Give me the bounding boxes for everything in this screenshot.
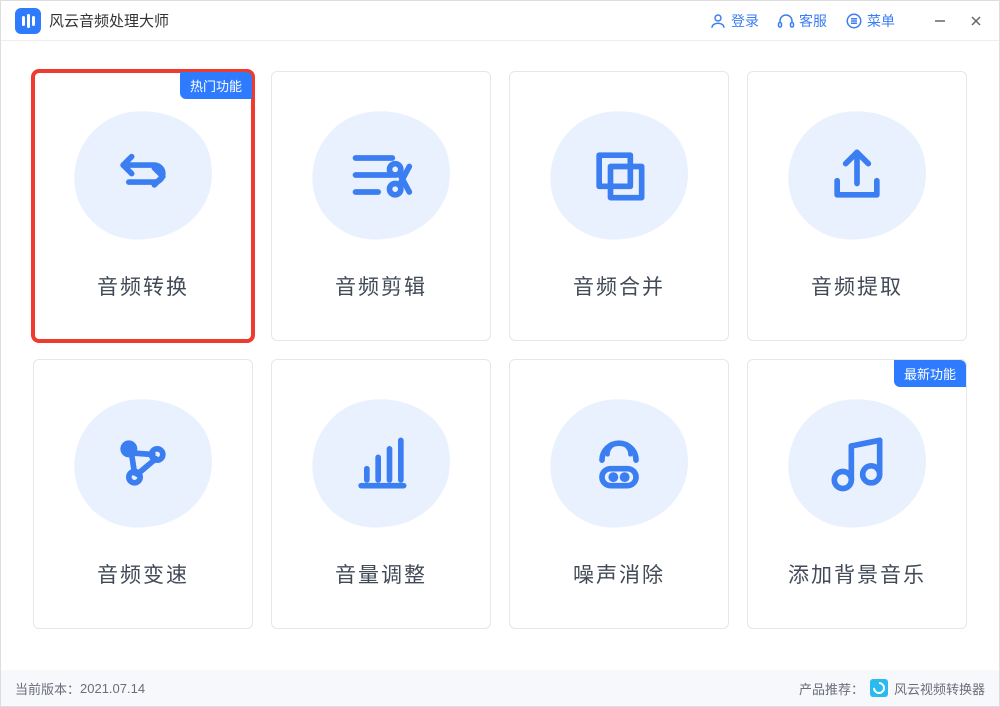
titlebar: 风云音频处理大师 登录 客服 菜单 — [1, 1, 999, 41]
card-label: 添加背景音乐 — [788, 559, 926, 589]
recommend-icon — [870, 679, 888, 697]
menu-icon — [845, 12, 863, 30]
card-label: 音量调整 — [335, 559, 427, 589]
new-badge: 最新功能 — [894, 360, 966, 387]
merge-icon — [585, 141, 653, 209]
minimize-button[interactable] — [931, 12, 949, 30]
card-label: 音频剪辑 — [335, 271, 427, 301]
content-area: 热门功能 音频转换 音频剪辑 音频合并 音频提取 音频变速 — [1, 41, 999, 670]
card-label: 噪声消除 — [573, 559, 665, 589]
hot-badge: 热门功能 — [180, 72, 252, 99]
card-volume-adjust[interactable]: 音量调整 — [271, 359, 491, 629]
extract-icon — [823, 141, 891, 209]
support-label: 客服 — [799, 11, 827, 31]
speed-icon — [109, 429, 177, 497]
music-icon — [823, 429, 891, 497]
card-audio-merge[interactable]: 音频合并 — [509, 71, 729, 341]
feature-grid: 热门功能 音频转换 音频剪辑 音频合并 音频提取 音频变速 — [33, 71, 967, 629]
recommend-link[interactable]: 风云视频转换器 — [894, 679, 985, 698]
scissors-icon — [347, 141, 415, 209]
version-label: 当前版本： — [15, 679, 80, 698]
version-value: 2021.07.14 — [80, 681, 145, 696]
app-title: 风云音频处理大师 — [49, 10, 169, 31]
noise-icon — [585, 429, 653, 497]
card-label: 音频变速 — [97, 559, 189, 589]
card-audio-speed[interactable]: 音频变速 — [33, 359, 253, 629]
headset-icon — [777, 12, 795, 30]
menu-label: 菜单 — [867, 11, 895, 31]
statusbar: 当前版本： 2021.07.14 产品推荐： 风云视频转换器 — [1, 670, 999, 706]
card-bgm[interactable]: 最新功能 添加背景音乐 — [747, 359, 967, 629]
menu-button[interactable]: 菜单 — [845, 11, 895, 31]
volume-icon — [347, 429, 415, 497]
card-audio-extract[interactable]: 音频提取 — [747, 71, 967, 341]
card-label: 音频转换 — [97, 271, 189, 301]
card-label: 音频提取 — [811, 271, 903, 301]
recommend-label: 产品推荐： — [799, 679, 864, 698]
login-label: 登录 — [731, 11, 759, 31]
card-audio-trim[interactable]: 音频剪辑 — [271, 71, 491, 341]
card-label: 音频合并 — [573, 271, 665, 301]
user-icon — [709, 12, 727, 30]
app-logo-icon — [15, 8, 41, 34]
card-audio-convert[interactable]: 热门功能 音频转换 — [33, 71, 253, 341]
app-window: 风云音频处理大师 登录 客服 菜单 热门功能 音频转换 — [0, 0, 1000, 707]
login-button[interactable]: 登录 — [709, 11, 759, 31]
convert-icon — [109, 141, 177, 209]
card-noise-removal[interactable]: 噪声消除 — [509, 359, 729, 629]
support-button[interactable]: 客服 — [777, 11, 827, 31]
close-button[interactable] — [967, 12, 985, 30]
